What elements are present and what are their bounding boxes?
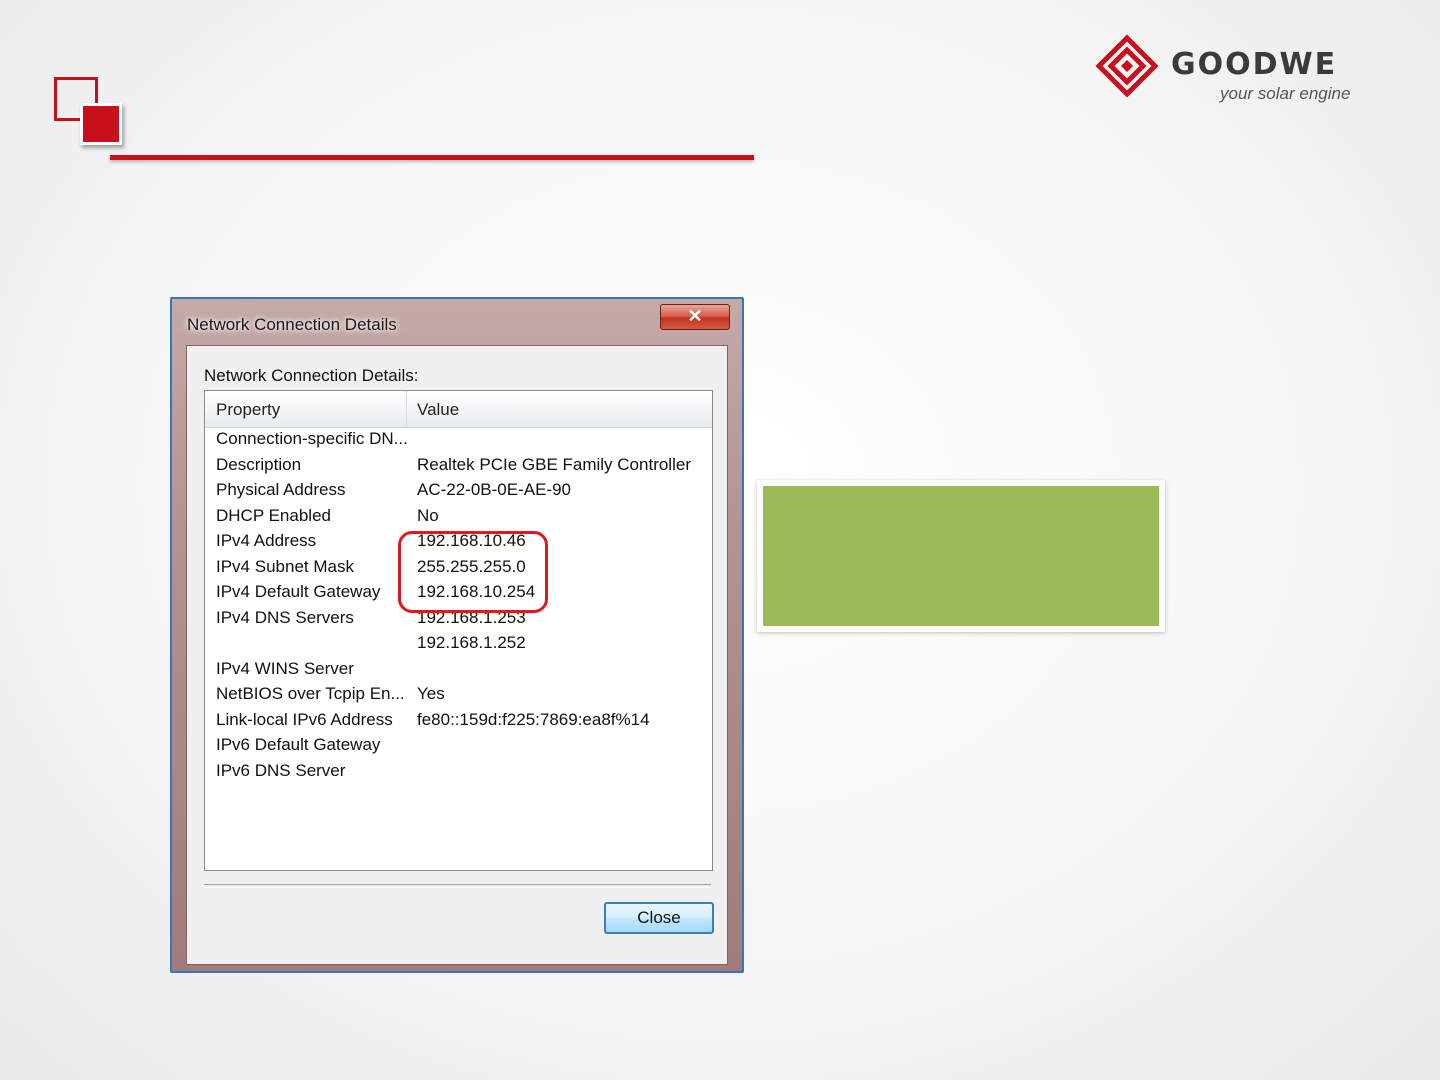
row-property: NetBIOS over Tcpip En... — [216, 684, 405, 703]
column-header-value[interactable]: Value — [417, 400, 459, 420]
column-divider[interactable] — [406, 391, 407, 427]
row-property: IPv4 WINS Server — [216, 658, 354, 678]
row-value: No — [417, 505, 439, 525]
dialog-separator — [204, 884, 711, 888]
table-row[interactable]: DHCP Enabled No — [205, 506, 712, 532]
logo-tagline: your solar engine — [1220, 84, 1351, 103]
goodwe-logo: GOODWE your solar engine — [1095, 34, 1365, 114]
table-row[interactable]: Description Realtek PCIe GBE Family Contr… — [205, 455, 712, 481]
goodwe-diamond-icon — [1095, 34, 1159, 98]
row-property: IPv4 DNS Servers — [216, 607, 354, 627]
row-property: IPv6 DNS Server — [216, 760, 346, 780]
row-value: Yes — [417, 684, 445, 703]
table-row[interactable]: Link-local IPv6 Address fe80::159d:f225:7… — [205, 710, 712, 736]
corner-filled-square — [80, 103, 122, 145]
table-row[interactable]: IPv6 DNS Server — [205, 761, 712, 787]
listview-header: Property Value — [205, 391, 712, 428]
table-row[interactable]: NetBIOS over Tcpip En... Yes — [205, 684, 712, 710]
row-property: IPv4 Default Gateway — [216, 582, 381, 601]
row-property: IPv4 Address — [216, 531, 317, 550]
ip-highlight-annotation — [398, 531, 548, 613]
row-property: DHCP Enabled — [216, 505, 331, 525]
row-value: 192.168.1.252 — [417, 633, 526, 652]
dialog-client-area: Network Connection Details: Property Val… — [186, 345, 728, 965]
row-value: AC-22-0B-0E-AE-90 — [417, 480, 572, 499]
table-row[interactable]: 192.168.1.252 — [205, 633, 712, 659]
column-header-property[interactable]: Property — [216, 400, 280, 420]
close-button[interactable]: Close — [604, 902, 714, 934]
green-content-box — [757, 480, 1165, 632]
dialog-titlebar[interactable]: Network Connection Details ✕ — [172, 299, 742, 343]
table-row[interactable]: IPv4 WINS Server — [205, 659, 712, 685]
row-property: Connection-specific DN... — [216, 429, 408, 448]
close-window-icon[interactable]: ✕ — [660, 304, 730, 330]
row-property: Description — [216, 454, 302, 474]
details-listview[interactable]: Property Value Connection-specific DN...… — [204, 390, 713, 871]
dialog-title: Network Connection Details — [187, 315, 397, 334]
details-label: Network Connection Details: — [204, 366, 419, 385]
network-details-dialog: Network Connection Details ✕ Network Con… — [170, 297, 744, 973]
green-box-fill — [763, 486, 1159, 626]
row-property: IPv6 Default Gateway — [216, 735, 381, 754]
row-property: IPv4 Subnet Mask — [216, 556, 354, 576]
title-underline — [110, 155, 754, 160]
row-value: Realtek PCIe GBE Family Controller — [417, 454, 691, 474]
row-property: Physical Address — [216, 480, 346, 499]
table-row[interactable]: IPv6 Default Gateway — [205, 735, 712, 761]
table-row[interactable]: Connection-specific DN... — [205, 429, 712, 455]
table-row[interactable]: Physical Address AC-22-0B-0E-AE-90 — [205, 480, 712, 506]
row-property: Link-local IPv6 Address — [216, 709, 393, 729]
slide-corner-mark — [54, 77, 122, 145]
row-value: fe80::159d:f225:7869:ea8f%14 — [417, 709, 650, 729]
logo-brand: GOODWE — [1171, 47, 1338, 82]
